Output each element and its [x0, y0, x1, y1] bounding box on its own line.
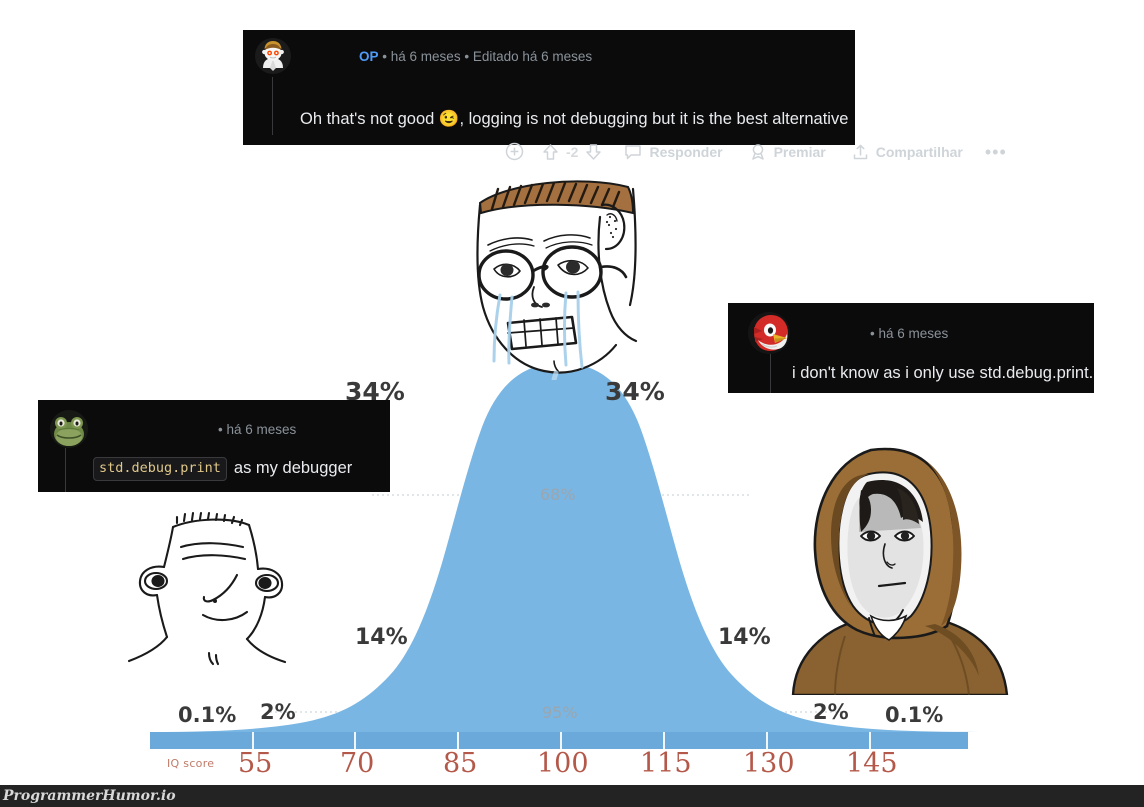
- award-button[interactable]: Premiar: [749, 143, 826, 161]
- reply-label: Responder: [649, 143, 723, 160]
- comment-body-left: std.debug.print as my debugger: [93, 457, 352, 481]
- comment-header: OP • há 6 meses • Editado há 6 meses: [255, 38, 592, 74]
- upvote-button[interactable]: [542, 143, 559, 161]
- share-label: Compartilhar: [875, 143, 963, 160]
- axis-baseline-bar: [150, 732, 968, 749]
- meme-canvas: 34% 34% 14% 14% 2% 2% 0.1% 0.1% 68% 95% …: [0, 0, 1144, 807]
- add-reaction-button[interactable]: [505, 142, 524, 161]
- comment-bubble-icon: [625, 144, 642, 159]
- comment-card-top[interactable]: OP • há 6 meses • Editado há 6 meses Oh …: [243, 30, 1006, 161]
- jedi-hood-wojak: [775, 440, 1020, 695]
- watermark-bar: ProgrammerHumor.io: [0, 785, 1144, 807]
- plus-circle-icon: [505, 142, 524, 161]
- comment-body-left-text: as my debugger: [233, 459, 353, 478]
- meta-separator-left: •: [218, 421, 223, 437]
- meta-separator-1: •: [382, 48, 388, 64]
- comment-body-suffix: , logging is not debugging but it is the…: [459, 110, 849, 128]
- thread-line-right: [770, 351, 771, 393]
- band-label-14-left: 14%: [355, 625, 408, 650]
- meta-separator-right: •: [870, 325, 875, 341]
- tick-55: 55: [238, 748, 273, 779]
- comment-body-right: i don't know as i only use std.debug.pri…: [792, 364, 1094, 382]
- frog-avatar[interactable]: [50, 410, 88, 448]
- share-button[interactable]: Compartilhar: [852, 143, 963, 161]
- award-icon: [751, 143, 764, 160]
- comment-body: Oh that's not good 😉, logging is not deb…: [300, 109, 848, 130]
- red-bird-avatar[interactable]: [748, 312, 790, 354]
- inline-code-snippet: std.debug.print: [93, 457, 227, 481]
- crying-soyjak: [450, 165, 670, 380]
- comment-card-left[interactable]: • há 6 meses std.debug.print as my debug…: [38, 400, 390, 492]
- band-label-01-left: 0.1%: [178, 703, 237, 727]
- comment-time-right: há 6 meses: [878, 325, 949, 341]
- comment-edited: Editado há 6 meses: [472, 48, 593, 64]
- comment-card-right[interactable]: • há 6 meses i don't know as i only use …: [728, 303, 1094, 393]
- vote-score: -2: [566, 143, 579, 160]
- award-label: Premiar: [773, 143, 826, 160]
- band-label-2-right: 2%: [813, 700, 849, 724]
- tick-145: 145: [846, 748, 898, 779]
- axis-label-iq-score: IQ score: [167, 757, 215, 770]
- comment-meta-left: • há 6 meses: [218, 422, 296, 437]
- comment-meta-right: • há 6 meses: [870, 326, 948, 341]
- tick-100: 100: [537, 748, 589, 779]
- comment-body-prefix: Oh that's not good: [300, 110, 439, 128]
- thread-line-left: [65, 448, 66, 492]
- band-label-34-right: 34%: [605, 377, 665, 406]
- snoo-scientist-avatar[interactable]: [255, 38, 291, 74]
- tick-115: 115: [640, 748, 692, 779]
- watermark-text: ProgrammerHumor.io: [3, 788, 176, 804]
- comment-action-bar: -2 Responder Premiar Compartilhar •••: [505, 142, 1007, 161]
- reply-button[interactable]: Responder: [624, 143, 723, 161]
- comment-time: há 6 meses: [390, 48, 461, 64]
- meta-separator-2: •: [464, 48, 470, 64]
- tick-130: 130: [743, 748, 795, 779]
- upvote-arrow-icon: [543, 143, 558, 160]
- brainlet-wojak: [85, 505, 300, 685]
- thread-line: [272, 77, 273, 135]
- op-badge[interactable]: OP: [359, 49, 379, 64]
- downvote-button[interactable]: [585, 143, 602, 161]
- more-options-button[interactable]: •••: [985, 143, 1007, 161]
- comment-meta: OP • há 6 meses • Editado há 6 meses: [359, 49, 592, 64]
- interval-label-68: 68%: [540, 485, 576, 504]
- share-upload-icon: [853, 144, 867, 159]
- interval-label-95: 95%: [542, 703, 578, 722]
- band-label-2-left: 2%: [260, 700, 296, 724]
- comment-header-left: • há 6 meses: [50, 410, 296, 448]
- band-label-01-right: 0.1%: [885, 703, 944, 727]
- band-label-14-right: 14%: [718, 625, 771, 650]
- wink-emoji: 😉: [438, 110, 460, 128]
- tick-70: 70: [340, 748, 375, 779]
- downvote-arrow-icon: [586, 143, 602, 160]
- tick-85: 85: [443, 748, 478, 779]
- comment-time-left: há 6 meses: [226, 421, 297, 437]
- comment-header-right: • há 6 meses: [748, 312, 948, 354]
